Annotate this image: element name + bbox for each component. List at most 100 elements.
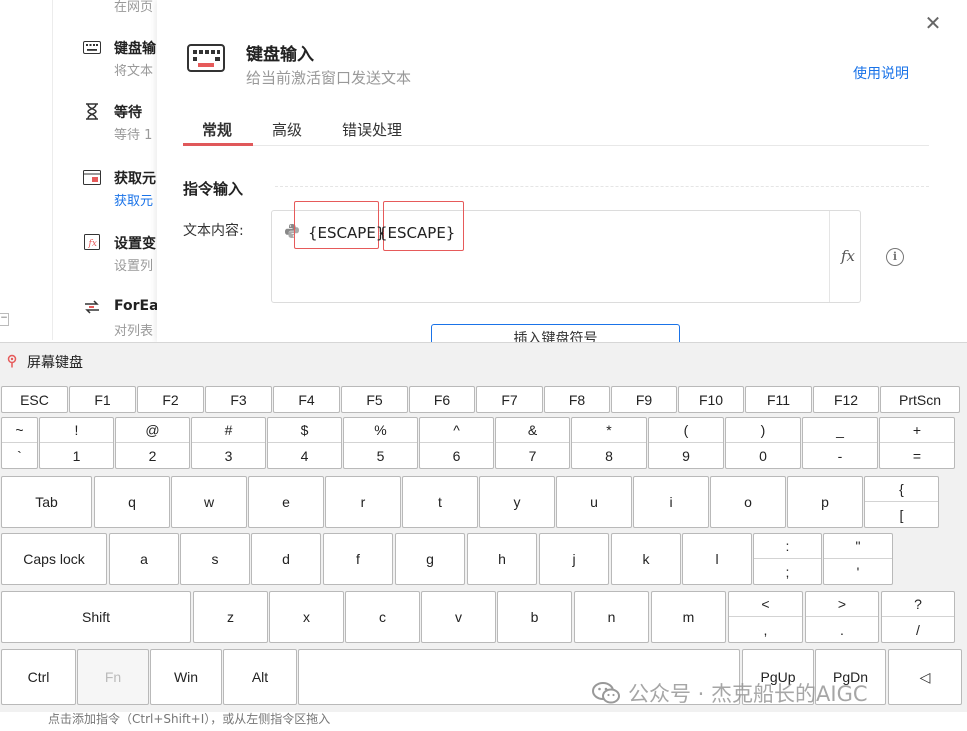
key-letter[interactable]: q — [94, 476, 170, 528]
info-icon[interactable]: i — [886, 248, 904, 266]
key-number[interactable]: (9 — [648, 417, 724, 469]
key-letter[interactable]: s — [180, 533, 250, 585]
escape-token[interactable]: {ESCAPE} — [378, 224, 455, 242]
key-number[interactable]: & 7 — [495, 417, 570, 469]
key-win[interactable]: Win — [150, 649, 222, 705]
key-esc[interactable]: ESC — [1, 386, 68, 413]
tab-advanced[interactable]: 高级 — [272, 119, 302, 140]
key-f3[interactable]: F3 — [205, 386, 272, 413]
key-number[interactable]: % 5 — [343, 417, 418, 469]
key-letter[interactable]: p — [787, 476, 863, 528]
key-bracket[interactable]: {[ — [864, 476, 939, 528]
list-item-title: 键盘输 — [114, 41, 156, 57]
key-divider — [865, 501, 938, 502]
key-shift-char: > — [837, 596, 847, 612]
key-f4[interactable]: F4 — [273, 386, 340, 413]
key-shift[interactable]: Shift — [1, 591, 191, 643]
close-icon[interactable]: ✕ — [922, 12, 944, 34]
key-number[interactable]: _ - — [802, 417, 878, 469]
escape-token[interactable]: {ESCAPE} — [308, 224, 385, 242]
tab-bar: 常规 高级 错误处理 — [183, 116, 929, 146]
tab-general[interactable]: 常规 — [202, 119, 232, 140]
key-number[interactable]: ^ 6 — [419, 417, 494, 469]
key-number[interactable]: ) 0 — [725, 417, 801, 469]
key-fn[interactable]: Fn — [77, 649, 149, 705]
key-letter[interactable]: j — [539, 533, 609, 585]
key-period[interactable]: >. — [805, 591, 879, 643]
key-comma[interactable]: <, — [728, 591, 803, 643]
key-letter[interactable]: x — [269, 591, 344, 643]
key-base-char: 1 — [72, 448, 81, 464]
get-element-icon — [82, 168, 102, 186]
key-letter[interactable]: f — [323, 533, 393, 585]
key-letter[interactable]: g — [395, 533, 465, 585]
key-letter[interactable]: y — [479, 476, 555, 528]
key-number[interactable]: ~ ` — [1, 417, 38, 469]
key-letter[interactable]: w — [171, 476, 247, 528]
key-f11[interactable]: F11 — [745, 386, 812, 413]
key-prtscn[interactable]: PrtScn — [880, 386, 960, 413]
key-letter[interactable]: u — [556, 476, 632, 528]
text-content-input[interactable]: {ESCAPE} {ESCAPE} fx — [271, 201, 861, 303]
key-letter[interactable]: i — [633, 476, 709, 528]
list-item-title: 设置变 — [114, 236, 156, 252]
key-shift-char: { — [899, 481, 904, 497]
key-f5[interactable]: F5 — [341, 386, 408, 413]
keyboard-icon — [187, 44, 225, 72]
key-f7[interactable]: F7 — [476, 386, 543, 413]
collapse-toggle[interactable]: − — [0, 313, 9, 326]
key-tab[interactable]: Tab — [1, 476, 92, 528]
key-quote[interactable]: " ' — [823, 533, 893, 585]
key-f2[interactable]: F2 — [137, 386, 204, 413]
key-divider — [40, 442, 113, 443]
key-number[interactable]: #3 — [191, 417, 266, 469]
key-letter[interactable]: n — [574, 591, 649, 643]
key-number[interactable]: + = — [879, 417, 955, 469]
key-f1[interactable]: F1 — [69, 386, 136, 413]
list-item-desc: 将文本 — [114, 64, 154, 79]
key-alt[interactable]: Alt — [223, 649, 297, 705]
on-screen-keyboard: 屏幕键盘 ESC F1 F2 F3 F4 F5 F6 F7 F8 F9 F10 F11 F12 PrtSc… — [0, 342, 967, 712]
key-letter[interactable]: a — [109, 533, 179, 585]
watermark: 公众号 · 杰克船长的AIGC — [592, 678, 868, 708]
key-letter[interactable]: c — [345, 591, 420, 643]
pin-icon[interactable] — [5, 353, 19, 368]
key-letter[interactable]: h — [467, 533, 537, 585]
key-number[interactable]: $4 — [267, 417, 342, 469]
key-number[interactable]: @2 — [115, 417, 190, 469]
key-ctrl[interactable]: Ctrl — [1, 649, 76, 705]
fx-icon[interactable]: fx — [841, 247, 855, 265]
key-letter[interactable]: e — [248, 476, 324, 528]
key-number[interactable]: ! 1 — [39, 417, 114, 469]
key-base-char: , — [763, 622, 768, 638]
key-f12[interactable]: F12 — [813, 386, 879, 413]
key-letter[interactable]: b — [497, 591, 572, 643]
key-letter[interactable]: z — [193, 591, 268, 643]
key-shift-char: # — [224, 422, 233, 438]
key-letter[interactable]: k — [611, 533, 681, 585]
key-caps-lock[interactable]: Caps lock — [1, 533, 107, 585]
help-link[interactable]: 使用说明 — [853, 63, 909, 83]
key-slash[interactable]: ? / — [881, 591, 955, 643]
key-letter[interactable]: v — [421, 591, 496, 643]
key-letter[interactable]: d — [251, 533, 321, 585]
fx-divider — [829, 211, 830, 302]
key-f10[interactable]: F10 — [678, 386, 744, 413]
tab-error-handling[interactable]: 错误处理 — [342, 119, 402, 140]
action-list: 在网页 键盘输 将文本 等待 等待 1 获取元 获取元 fx 设置变 设置列 F… — [0, 0, 160, 340]
key-f8[interactable]: F8 — [544, 386, 610, 413]
key-left-arrow[interactable]: ◁ — [888, 649, 962, 705]
key-letter[interactable]: l — [682, 533, 752, 585]
key-letter[interactable]: t — [402, 476, 478, 528]
key-f9[interactable]: F9 — [611, 386, 677, 413]
key-colon[interactable]: :; — [753, 533, 822, 585]
key-letter[interactable]: r — [325, 476, 401, 528]
key-f6[interactable]: F6 — [409, 386, 475, 413]
key-divider — [344, 442, 417, 443]
key-divider — [496, 442, 569, 443]
key-letter[interactable]: o — [710, 476, 786, 528]
key-number[interactable]: * 8 — [571, 417, 647, 469]
list-item-desc: 对列表 — [114, 324, 154, 339]
key-base-char: [ — [899, 507, 904, 523]
key-letter[interactable]: m — [651, 591, 726, 643]
